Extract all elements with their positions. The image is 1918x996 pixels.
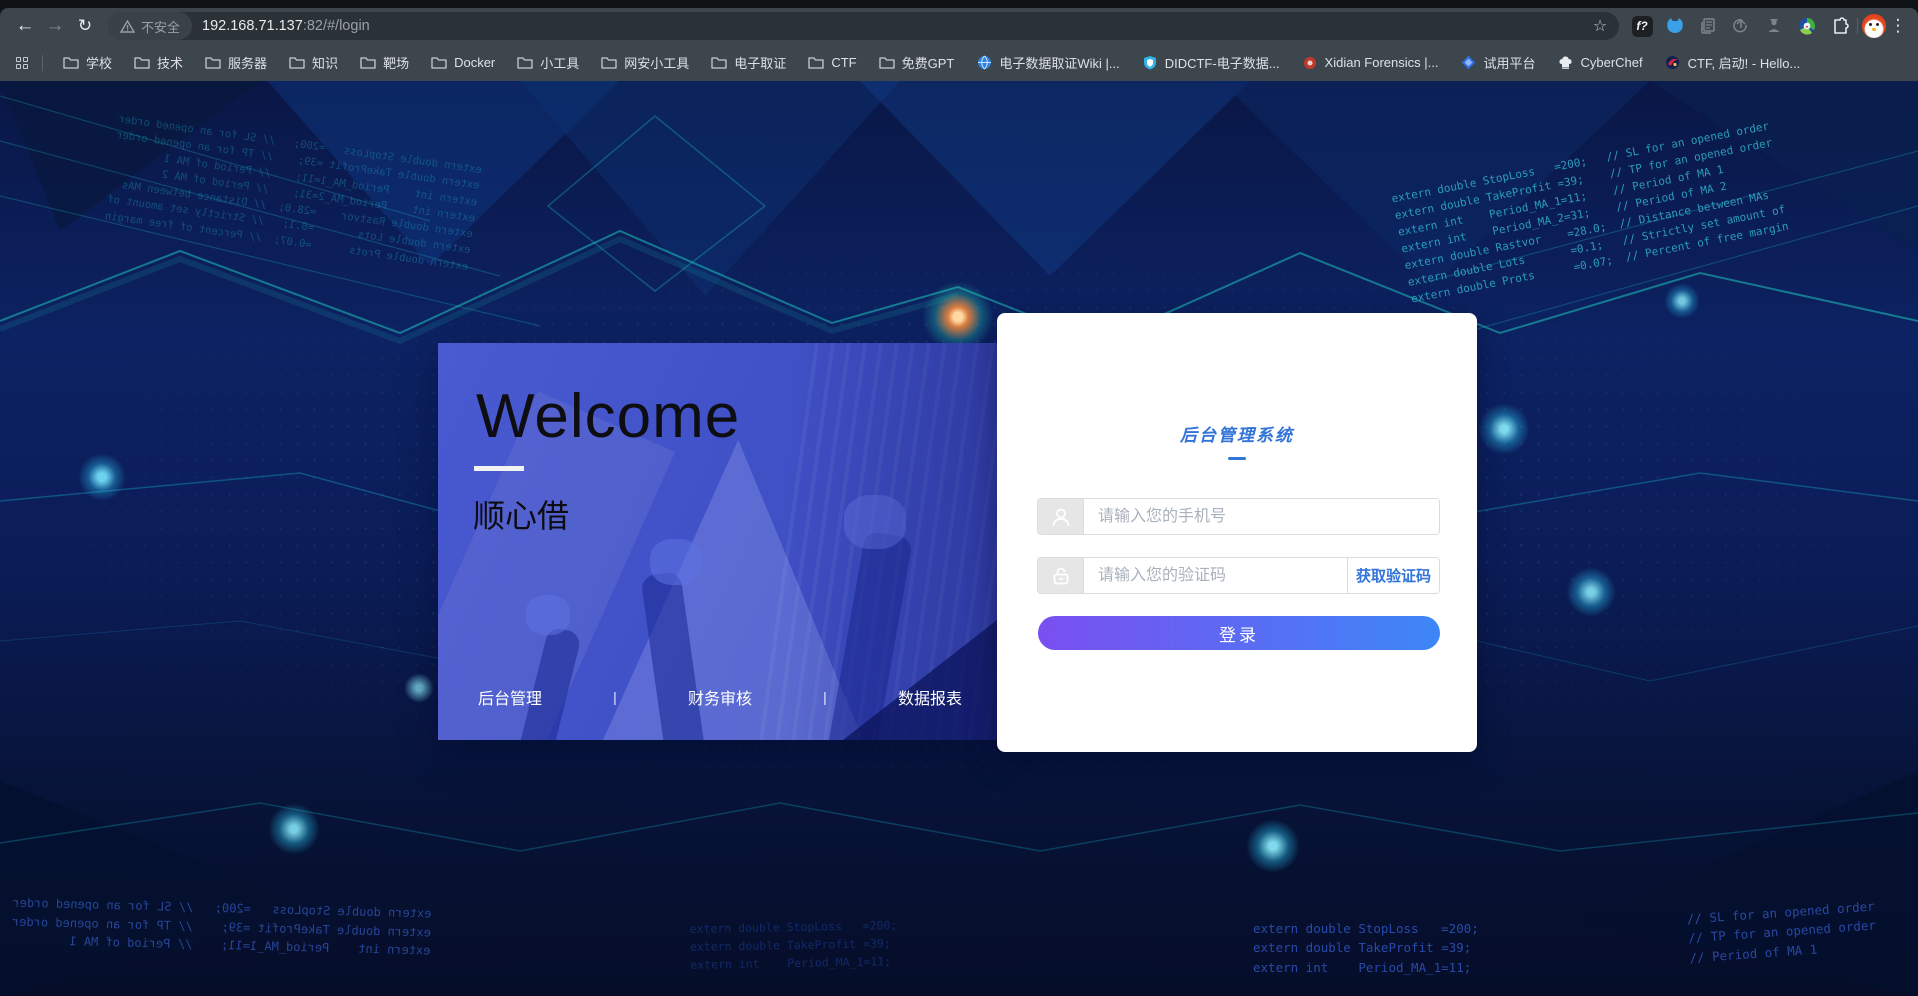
bookmark-star-icon[interactable]: ☆ — [1587, 13, 1613, 39]
person-extension-icon[interactable] — [1761, 13, 1787, 39]
diamond-icon — [1460, 55, 1476, 71]
folder-icon — [360, 55, 376, 71]
bookmark-folder[interactable]: 免费GPT — [869, 49, 965, 76]
address-bar[interactable]: 不安全 192.168.71.137:82/#/login ☆ — [108, 12, 1619, 40]
phone-input[interactable] — [1084, 499, 1439, 534]
folder-icon — [711, 55, 727, 71]
reload-button[interactable]: ↻ — [70, 11, 100, 41]
forward-button[interactable]: → — [40, 11, 70, 41]
link-data-report[interactable]: 数据报表 — [898, 685, 962, 709]
bookmark-folder[interactable]: 学校 — [53, 49, 122, 76]
link-backend-admin[interactable]: 后台管理 — [478, 685, 542, 709]
browser-menu-button[interactable]: ⋮ — [1886, 13, 1910, 39]
reload-icon: ↻ — [77, 16, 93, 35]
bookmark-folder[interactable]: Docker — [421, 51, 505, 75]
warning-icon — [120, 19, 135, 33]
shield-icon — [1142, 55, 1158, 71]
login-title: 后台管理系统 — [1180, 426, 1294, 445]
link-divider: | — [613, 689, 617, 705]
apps-grid-icon[interactable] — [8, 49, 36, 77]
url-host: 192.168.71.137 — [202, 18, 303, 34]
welcome-title: Welcome — [476, 382, 741, 451]
bookmark-folder[interactable]: 靶场 — [350, 49, 419, 76]
chef-hat-icon — [1557, 55, 1573, 71]
bookmark-link[interactable]: 电子数据取证Wiki |... — [966, 49, 1129, 76]
idm-extension-icon[interactable] — [1794, 13, 1820, 39]
bookmark-folder[interactable]: 知识 — [279, 49, 348, 76]
login-button[interactable]: 登录 — [1038, 616, 1440, 650]
back-icon: ← — [15, 15, 35, 36]
bookmark-link[interactable]: DIDCTF-电子数据... — [1132, 49, 1290, 76]
bookmark-folder[interactable]: 网安小工具 — [591, 49, 699, 76]
bookmarks-divider — [42, 54, 43, 71]
bookmark-folder[interactable]: CTF — [798, 51, 866, 75]
extensions-row: f? — [1629, 13, 1853, 39]
recycle-extension-icon[interactable] — [1728, 13, 1754, 39]
folder-icon — [878, 55, 895, 71]
browser-window: ← → ↻ 不安全 192.168.71.137:82/#/login ☆ f? — [0, 0, 1918, 996]
login-card: 后台管理系统 获取验证码 登录 — [997, 313, 1477, 752]
login-title-underline — [1228, 457, 1246, 460]
folder-icon — [205, 55, 221, 71]
url-path: :82/#/login — [302, 18, 370, 34]
toolbar-separator — [1857, 18, 1858, 34]
link-finance-audit[interactable]: 财务审核 — [688, 685, 752, 709]
folder-icon — [289, 55, 305, 71]
bookmark-link[interactable]: CTF, 启动! - Hello... — [1655, 49, 1811, 76]
code-field: 获取验证码 — [1037, 557, 1440, 594]
bookmark-folder[interactable]: 小工具 — [507, 49, 589, 76]
get-code-button[interactable]: 获取验证码 — [1347, 558, 1439, 593]
url-text: 192.168.71.137:82/#/login — [202, 18, 370, 34]
folder-icon — [431, 55, 447, 71]
cat-extension-icon[interactable] — [1662, 13, 1688, 39]
globe-icon — [976, 55, 992, 71]
security-chip[interactable]: 不安全 — [108, 12, 193, 40]
folder-icon — [63, 55, 79, 71]
code-input[interactable] — [1084, 558, 1347, 593]
panel-links: 后台管理 | 财务审核 | 数据报表 — [478, 685, 962, 709]
folder-icon — [601, 55, 617, 71]
pages-extension-icon[interactable] — [1695, 13, 1721, 39]
window-frame-strip — [0, 0, 1918, 8]
folder-icon — [808, 55, 824, 71]
brand-name: 顺心借 — [473, 498, 570, 534]
bookmark-link[interactable]: CyberChef — [1547, 51, 1652, 75]
folder-icon — [134, 55, 150, 71]
welcome-panel: Welcome 顺心借 后台管理 | 财务审核 | 数据报表 — [438, 343, 997, 740]
welcome-underline — [474, 466, 524, 471]
phone-field — [1037, 498, 1440, 535]
security-label: 不安全 — [141, 19, 181, 35]
bookmark-folder[interactable]: 电子取证 — [701, 49, 796, 76]
profile-avatar[interactable] — [1862, 14, 1886, 38]
bookmark-link[interactable]: Xidian Forensics |... — [1292, 51, 1449, 75]
bookmarks-bar: 学校 技术 服务器 知识 靶场 Docker 小工具 网安小工具 电子取证 CT… — [0, 44, 1918, 81]
extensions-puzzle-icon[interactable] — [1827, 13, 1853, 39]
fn-extension-icon[interactable]: f? — [1629, 13, 1655, 39]
forward-icon: → — [45, 15, 65, 36]
red-dot-icon — [1302, 55, 1318, 71]
page-viewport: extern double StopLoss =200; // SL for a… — [0, 81, 1918, 996]
person-icon — [1038, 499, 1084, 534]
link-divider: | — [823, 689, 827, 705]
folder-icon — [517, 55, 533, 71]
back-button[interactable]: ← — [10, 11, 40, 41]
bookmark-folder[interactable]: 服务器 — [195, 49, 277, 76]
kebab-icon: ⋮ — [1889, 16, 1907, 35]
lock-icon — [1038, 558, 1084, 593]
bookmark-folder[interactable]: 技术 — [124, 49, 193, 76]
browser-toolbar: ← → ↻ 不安全 192.168.71.137:82/#/login ☆ f? — [0, 8, 1918, 44]
swirl-icon — [1665, 55, 1681, 71]
bookmark-link[interactable]: 试用平台 — [1450, 49, 1545, 76]
